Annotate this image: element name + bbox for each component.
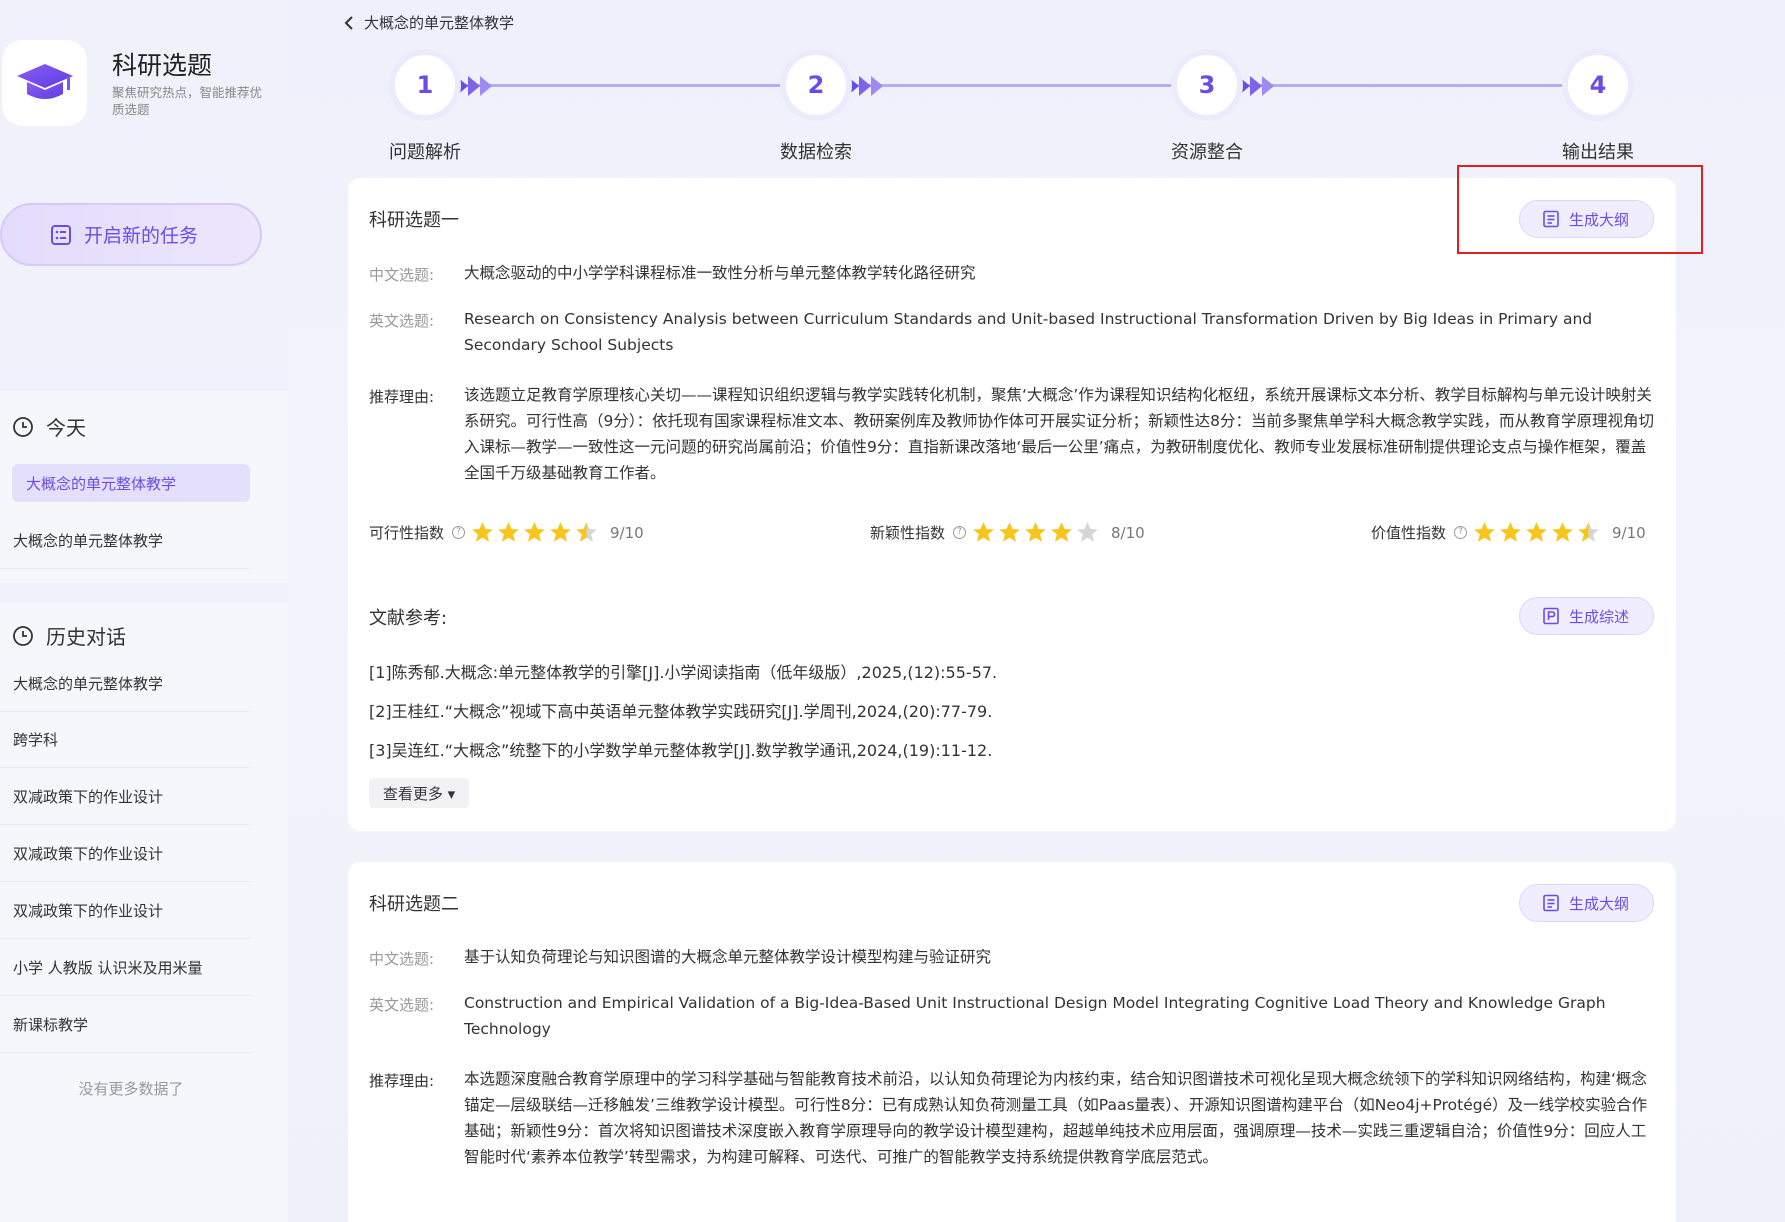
today-item[interactable]: 大概念的单元整体教学 (0, 513, 250, 569)
app-logo (2, 40, 87, 126)
app-subtitle: 聚焦研究热点，智能推荐优质选题 (112, 85, 263, 117)
step-arrows-icon (847, 76, 883, 96)
star-icon (550, 522, 571, 542)
new-task-button[interactable]: 开启新的任务 (0, 203, 262, 266)
star-rating (972, 521, 1099, 544)
topic-title: 科研选题一 (369, 210, 459, 231)
reason-label: 推荐理由: (369, 1072, 435, 1090)
highlight-box (1457, 165, 1703, 254)
see-more-button[interactable]: 查看更多 ▾ (369, 778, 469, 808)
recommend-reason: 该选题立足教育学原理核心关切——课程知识组织逻辑与教学实践转化机制，聚焦‘大概念… (464, 386, 1654, 482)
task-list-icon (51, 224, 71, 245)
history-item[interactable]: 双减政策下的作业设计 (0, 883, 250, 939)
history-item[interactable]: 新课标教学 (0, 997, 250, 1053)
star-icon (999, 522, 1020, 542)
reference-item: [3]吴连红.“大概念”统整下的小学数学单元整体教学[J].数学教学通讯,202… (369, 741, 993, 760)
topic-card-2: 科研选题二 生成大纲 中文选题: 基于认知负荷理论与知识图谱的大概念单元整体教学… (348, 862, 1676, 1222)
score-value: 9/10 (610, 523, 644, 542)
help-icon[interactable]: ? (953, 526, 967, 539)
star-icon (1526, 522, 1547, 542)
score-value: 9/10 (1612, 523, 1646, 542)
reason-label: 推荐理由: (369, 388, 435, 406)
en-title: Construction and Empirical Validation of… (464, 994, 1606, 1038)
reference-item: [2]王桂红.“大概念”视域下高中英语单元整体教学实践研究[J].学周刊,202… (369, 702, 993, 721)
history-item[interactable]: 小学 人教版 认识米及用米量 (0, 940, 250, 996)
today-panel: 今天 大概念的单元整体教学 大概念的单元整体教学 (0, 391, 288, 583)
cn-title: 基于认知负荷理论与知识图谱的大概念单元整体教学设计模型构建与验证研究 (464, 948, 992, 966)
step-2-label: 数据检索 (780, 142, 852, 163)
help-icon[interactable]: ? (1454, 526, 1468, 539)
en-title-label: 英文选题: (369, 996, 435, 1014)
help-icon[interactable]: ? (452, 526, 466, 539)
cn-title-label: 中文选题: (369, 950, 435, 968)
star-icon (472, 522, 493, 542)
score-value: 8/10 (1111, 523, 1145, 542)
star-rating (1473, 521, 1600, 544)
cn-title-label: 中文选题: (369, 266, 435, 284)
history-item[interactable]: 双减政策下的作业设计 (0, 826, 250, 882)
history-item[interactable]: 双减政策下的作业设计 (0, 769, 250, 825)
step-connector (1237, 84, 1571, 87)
sidebar: 科研选题 聚焦研究热点，智能推荐优质选题 开启新的任务 今天 大概念的单元整体教… (0, 0, 288, 1222)
summary-icon (1543, 607, 1559, 625)
score-feasibility: 可行性指数 ? 9/10 (369, 521, 644, 544)
generate-outline-button[interactable]: 生成大纲 (1518, 884, 1654, 922)
step-arrows-icon (1238, 76, 1274, 96)
topic-title: 科研选题二 (369, 894, 459, 915)
breadcrumb-label: 大概念的单元整体教学 (364, 14, 515, 32)
step-connector (455, 84, 789, 87)
score-novelty: 新颖性指数 ? 8/10 (870, 521, 1145, 544)
step-4-circle: 4 (1568, 55, 1628, 115)
score-label: 新颖性指数 (870, 524, 946, 542)
recommend-reason: 本选题深度融合教育学原理中的学习科学基础与智能教育技术前沿，以认知负荷理论为内核… (464, 1070, 1648, 1166)
clock-icon (13, 416, 33, 437)
star-icon (1077, 522, 1098, 542)
star-icon (1552, 522, 1573, 542)
star-rating (471, 521, 598, 544)
graduation-cap-icon (16, 64, 73, 99)
star-icon (973, 522, 994, 542)
no-more-data: 没有更多数据了 (78, 1080, 184, 1098)
step-2-circle: 2 (786, 55, 846, 115)
history-item[interactable]: 大概念的单元整体教学 (0, 656, 250, 712)
history-item[interactable]: 跨学科 (0, 712, 250, 768)
step-arrows-icon (456, 76, 492, 96)
star-icon (524, 522, 545, 542)
star-icon (576, 522, 597, 542)
breadcrumb[interactable]: 大概念的单元整体教学 (344, 12, 514, 33)
history-panel: 历史对话 大概念的单元整体教学 跨学科 双减政策下的作业设计 双减政策下的作业设… (0, 602, 288, 1222)
en-title-label: 英文选题: (369, 312, 435, 330)
app-title: 科研选题 (112, 51, 213, 80)
document-icon (1543, 894, 1559, 912)
star-icon (1025, 522, 1046, 542)
score-value-index: 价值性指数 ? 9/10 (1371, 521, 1646, 544)
star-icon (1578, 522, 1599, 542)
step-3-circle: 3 (1177, 55, 1237, 115)
today-heading: 今天 (12, 412, 86, 441)
star-icon (1051, 522, 1072, 542)
step-4-label: 输出结果 (1562, 142, 1634, 163)
star-icon (1500, 522, 1521, 542)
topic-card-1: 科研选题一 生成大纲 中文选题: 大概念驱动的中小学学科课程标准一致性分析与单元… (348, 178, 1676, 831)
step-3-label: 资源整合 (1171, 142, 1243, 163)
chevron-left-icon (344, 15, 353, 30)
en-title: Research on Consistency Analysis between… (464, 310, 1593, 354)
generate-summary-button[interactable]: 生成综述 (1518, 597, 1654, 635)
clock-icon (13, 625, 33, 646)
step-connector (846, 84, 1180, 87)
step-1-circle: 1 (395, 55, 455, 115)
today-item-active[interactable]: 大概念的单元整体教学 (12, 464, 250, 502)
score-label: 价值性指数 (1371, 524, 1447, 542)
history-heading: 历史对话 (12, 621, 126, 650)
cn-title: 大概念驱动的中小学学科课程标准一致性分析与单元整体教学转化路径研究 (464, 264, 976, 282)
reference-item: [1]陈秀郁.大概念:单元整体教学的引擎[J].小学阅读指南（低年级版）,202… (369, 663, 998, 682)
star-icon (1474, 522, 1495, 542)
star-icon (498, 522, 519, 542)
step-1-label: 问题解析 (389, 142, 461, 163)
refs-heading: 文献参考: (369, 608, 448, 629)
new-task-label: 开启新的任务 (84, 225, 199, 247)
score-label: 可行性指数 (369, 524, 445, 542)
